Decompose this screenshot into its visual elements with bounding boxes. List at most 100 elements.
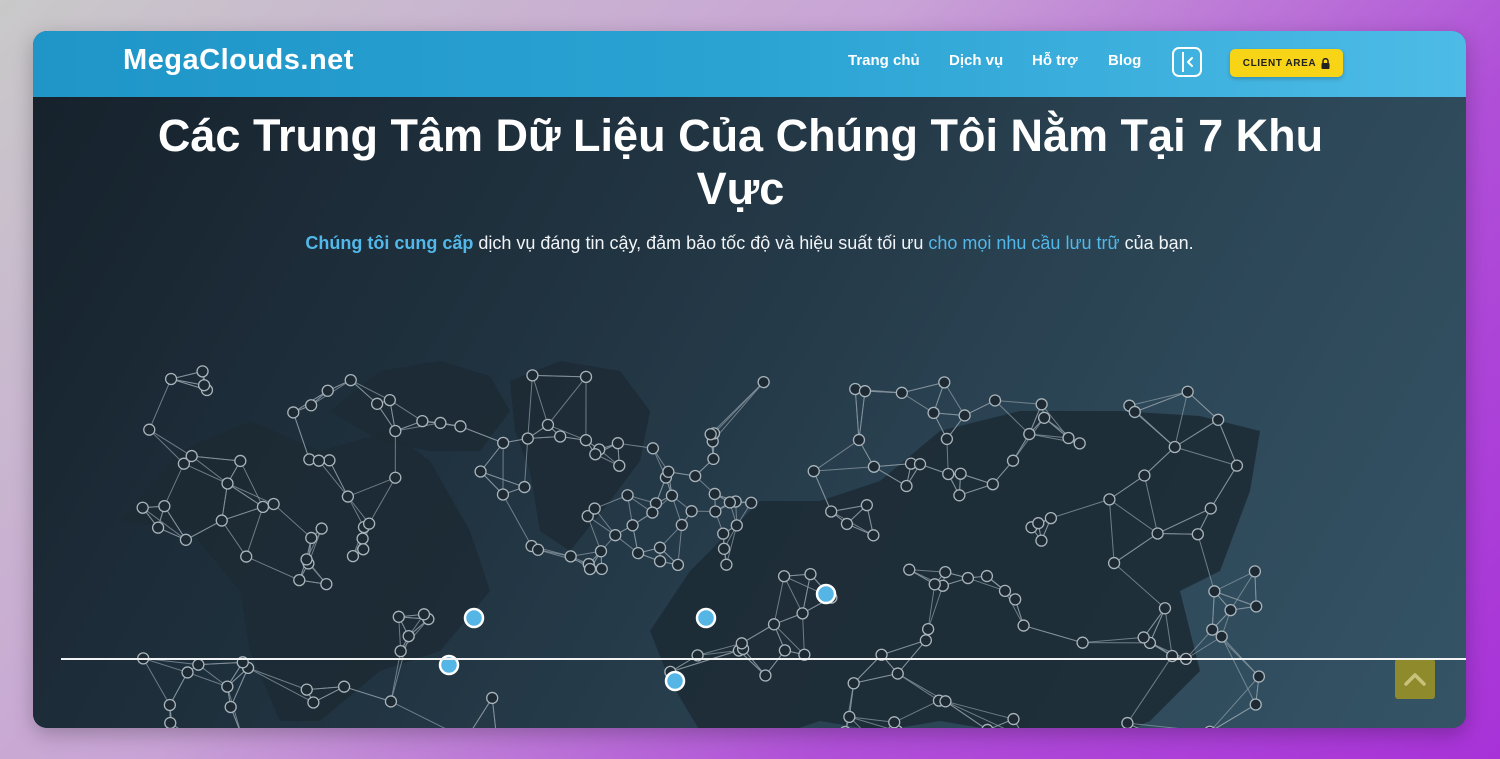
map-node xyxy=(675,518,688,532)
map-node xyxy=(1191,528,1204,541)
map-node xyxy=(1035,398,1048,411)
chevron-up-icon xyxy=(1404,673,1426,686)
map-node xyxy=(717,542,731,555)
map-node xyxy=(402,629,415,643)
map-node xyxy=(337,680,351,693)
map-node xyxy=(197,379,211,392)
continent-shape xyxy=(120,421,490,721)
map-node xyxy=(267,497,280,511)
map-node xyxy=(143,423,156,436)
map-node xyxy=(179,533,193,546)
map-node xyxy=(858,385,872,398)
map-node xyxy=(136,501,149,514)
map-node xyxy=(589,448,602,461)
map-node xyxy=(594,545,608,558)
subtitle-text-end: của bạn. xyxy=(1119,233,1194,253)
map-node xyxy=(653,541,667,554)
map-node xyxy=(383,393,396,407)
map-node xyxy=(389,471,402,484)
datacenter-marker[interactable] xyxy=(815,583,837,605)
map-node xyxy=(852,433,866,447)
map-node xyxy=(1252,670,1266,683)
map-node xyxy=(579,434,593,447)
map-node xyxy=(164,372,178,386)
map-node xyxy=(305,531,318,545)
map-node xyxy=(646,442,660,455)
map-node xyxy=(900,479,913,493)
map-node xyxy=(921,622,935,636)
map-node xyxy=(807,465,820,478)
map-node xyxy=(757,375,770,389)
map-node xyxy=(356,532,369,545)
browser-window: MegaClouds.net Trang chủ Dịch vụ Hỗ trợ … xyxy=(33,31,1466,728)
map-node xyxy=(843,710,856,723)
map-node xyxy=(1158,602,1172,615)
map-node xyxy=(392,610,405,623)
nav-link-blog[interactable]: Blog xyxy=(1108,52,1141,69)
top-navbar: MegaClouds.net Trang chủ Dịch vụ Hỗ trợ … xyxy=(33,31,1466,97)
map-node xyxy=(196,365,209,378)
hero-subtitle: Chúng tôi cung cấp dịch vụ đáng tin cậy,… xyxy=(33,233,1466,254)
map-node xyxy=(518,480,531,494)
map-node xyxy=(300,683,313,696)
map-node xyxy=(707,452,720,466)
subtitle-link[interactable]: cho mọi nhu cầu lưu trữ xyxy=(928,233,1119,253)
scroll-to-top-button[interactable] xyxy=(1395,659,1435,699)
map-node xyxy=(579,370,593,383)
map-node xyxy=(323,454,336,467)
map-node xyxy=(370,397,384,410)
map-node xyxy=(745,496,758,509)
map-node xyxy=(621,489,634,502)
map-node xyxy=(416,414,429,428)
map-node xyxy=(384,695,398,708)
map-node xyxy=(1168,440,1181,454)
map-node xyxy=(1249,698,1262,711)
map-node xyxy=(903,563,916,576)
map-node xyxy=(389,424,402,438)
map-node xyxy=(704,428,717,441)
map-node xyxy=(888,716,901,728)
nav-link-home[interactable]: Trang chủ xyxy=(848,52,920,69)
map-node xyxy=(609,529,622,542)
map-node xyxy=(825,505,838,518)
map-node xyxy=(919,634,933,647)
datacenter-marker[interactable] xyxy=(695,607,717,629)
map-node xyxy=(1017,619,1030,632)
map-node xyxy=(320,577,333,591)
nav-link-services[interactable]: Dịch vụ xyxy=(949,52,1003,69)
map-node xyxy=(1038,411,1051,424)
map-node xyxy=(234,454,247,468)
map-node xyxy=(913,458,927,471)
map-node xyxy=(662,465,675,478)
map-node xyxy=(796,607,809,620)
map-node xyxy=(958,409,971,422)
map-node xyxy=(221,477,234,490)
datacenter-marker[interactable] xyxy=(463,607,485,629)
map-node xyxy=(151,521,165,534)
map-node xyxy=(631,546,645,560)
map-node xyxy=(531,543,545,556)
map-node xyxy=(1204,502,1217,515)
map-node xyxy=(1224,603,1237,617)
map-node xyxy=(221,680,234,693)
sidebar-toggle-button[interactable] xyxy=(1172,47,1202,77)
map-node xyxy=(653,555,667,568)
map-node xyxy=(181,666,194,679)
map-node xyxy=(840,517,854,531)
map-node xyxy=(357,543,370,556)
nav-link-support[interactable]: Hỗ trợ xyxy=(1032,52,1078,69)
map-node xyxy=(1137,631,1150,644)
map-node xyxy=(1250,600,1263,613)
site-logo[interactable]: MegaClouds.net xyxy=(123,44,354,77)
client-area-button[interactable]: CLIENT AREA xyxy=(1230,49,1343,77)
map-node xyxy=(362,517,376,530)
map-node xyxy=(942,467,955,481)
map-node xyxy=(1151,527,1164,540)
map-node xyxy=(804,567,817,581)
datacenter-marker[interactable] xyxy=(664,670,686,692)
map-node xyxy=(1023,427,1036,441)
map-node xyxy=(759,669,772,682)
map-node xyxy=(847,677,860,690)
map-node xyxy=(980,569,994,583)
sidebar-toggle-icon xyxy=(1187,57,1193,67)
